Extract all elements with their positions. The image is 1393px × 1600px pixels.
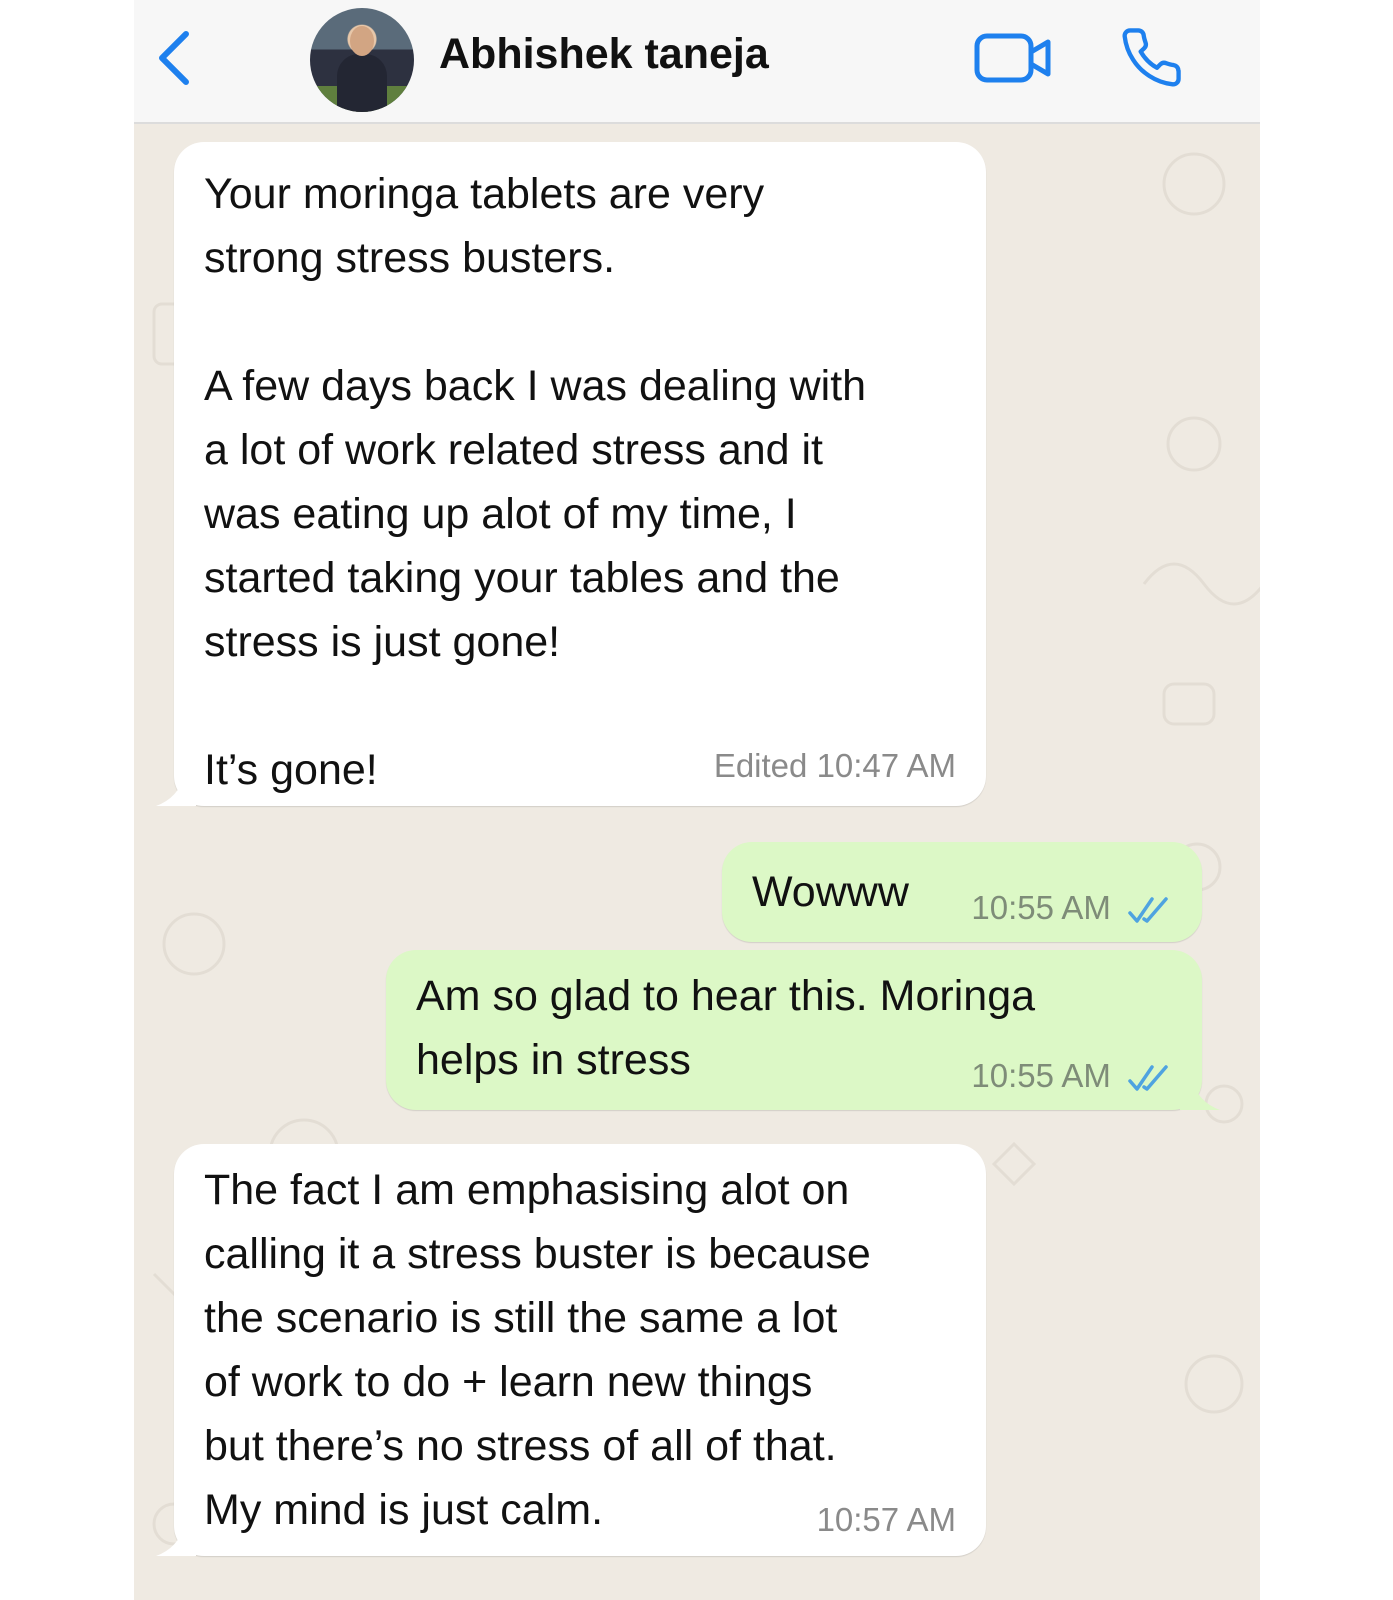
incoming-message[interactable]: Your moringa tablets are very strong str… [156, 142, 986, 806]
chevron-left-icon[interactable] [154, 28, 194, 88]
message-list[interactable]: Your moringa tablets are very strong str… [134, 124, 1260, 1600]
bubble-tail [156, 776, 196, 806]
message-text: The fact I am emphasising alot on callin… [204, 1166, 871, 1534]
message-text: Wowww [752, 868, 909, 916]
incoming-message[interactable]: The fact I am emphasising alot on callin… [156, 1144, 986, 1556]
bubble-tail [156, 1526, 196, 1556]
read-receipt-icon [1128, 897, 1168, 924]
chat-screen: Abhishek taneja Your moringa tablets are… [134, 0, 1260, 1600]
message-meta: 10:55 AM [971, 1056, 1172, 1096]
video-camera-icon[interactable] [974, 30, 1054, 86]
chat-header: Abhishek taneja [134, 0, 1260, 124]
message-time: 10:57 AM [816, 1501, 956, 1538]
message-meta: Edited 10:47 AM [714, 746, 956, 786]
outgoing-message[interactable]: Am so glad to hear this. Moringa helps i… [386, 950, 1220, 1110]
message-time: 10:47 AM [816, 747, 956, 784]
message-time: 10:55 AM [971, 889, 1111, 926]
message-meta: 10:55 AM [971, 888, 1172, 928]
bubble-tail [1180, 1080, 1220, 1110]
message-text: Am so glad to hear this. Moringa helps i… [416, 972, 1036, 1084]
outgoing-message[interactable]: Wowww 10:55 AM [722, 842, 1202, 942]
contact-avatar[interactable] [310, 8, 414, 112]
phone-icon[interactable] [1119, 25, 1184, 90]
message-text: Your moringa tablets are very strong str… [204, 170, 867, 794]
edited-label: Edited [713, 747, 808, 784]
message-time: 10:55 AM [971, 1057, 1111, 1094]
read-receipt-icon [1128, 1065, 1168, 1092]
contact-name[interactable]: Abhishek taneja [439, 30, 769, 79]
message-meta: 10:57 AM [817, 1500, 956, 1540]
